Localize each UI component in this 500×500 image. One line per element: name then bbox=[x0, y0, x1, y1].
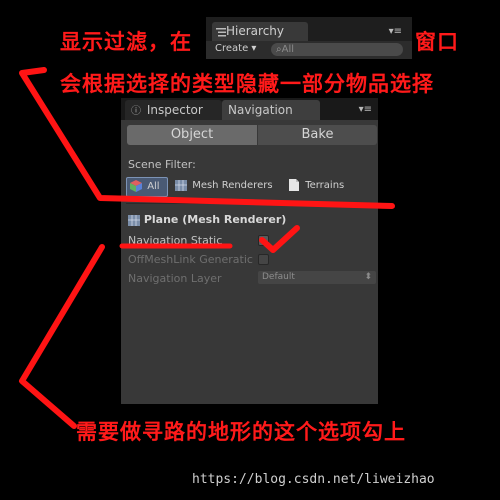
watermark-url: https://blog.csdn.net/liweizhao bbox=[192, 472, 435, 487]
annotation-strokes bbox=[19, 67, 395, 429]
annotation-bracket-top bbox=[19, 67, 395, 209]
annotation-bracket-bottom bbox=[19, 244, 105, 429]
annotation-checkmark bbox=[259, 225, 300, 253]
